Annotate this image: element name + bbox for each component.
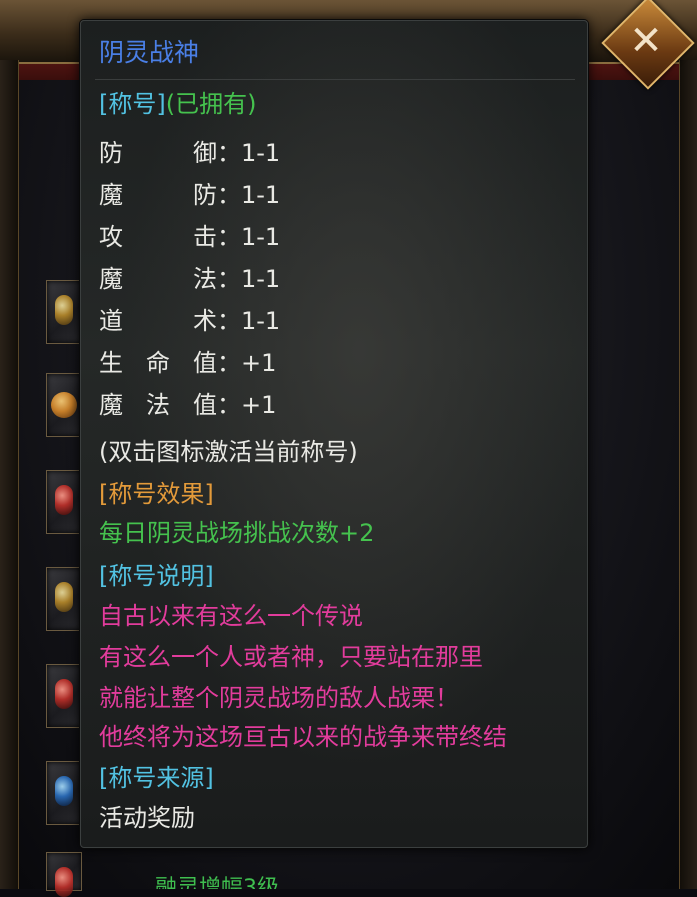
tooltip-divider xyxy=(95,79,575,80)
window-left-frame xyxy=(0,60,19,889)
title-icon-slot[interactable] xyxy=(46,470,82,534)
stat-label: 生命值 xyxy=(99,349,217,377)
title-icon-slot[interactable] xyxy=(46,852,82,897)
title-emblem-icon xyxy=(55,485,73,515)
stat-row: 防御：1-1 xyxy=(99,135,280,171)
source-header: [称号来源] xyxy=(99,764,214,792)
stat-label: 魔法值 xyxy=(99,391,217,419)
description-line: 有这么一个人或者神，只要站在那里 xyxy=(99,643,483,671)
activation-hint: (双击图标激活当前称号) xyxy=(99,438,358,466)
stat-label: 防御 xyxy=(99,139,217,167)
stat-row: 攻击：1-1 xyxy=(99,219,280,255)
stat-row: 道术：1-1 xyxy=(99,303,280,339)
stat-value: +1 xyxy=(241,349,277,377)
title-tooltip: 阴灵战神 [称号](已拥有) 防御：1-1 魔防：1-1 攻击：1-1 魔法：1… xyxy=(80,20,588,848)
title-emblem-icon xyxy=(55,295,73,325)
stat-value: 1-1 xyxy=(241,139,281,167)
stat-label: 攻击 xyxy=(99,223,217,251)
dragon-emblem-icon xyxy=(55,776,73,806)
title-icon-slot[interactable] xyxy=(46,761,82,825)
stat-value: 1-1 xyxy=(241,181,281,209)
type-tag: [称号] xyxy=(99,90,166,118)
title-icon-slot[interactable] xyxy=(46,567,82,631)
stat-value: 1-1 xyxy=(241,307,281,335)
stat-value: 1-1 xyxy=(241,223,281,251)
owned-status: (已拥有) xyxy=(165,90,257,118)
window-right-frame xyxy=(679,60,697,889)
stat-label: 魔防 xyxy=(99,181,217,209)
close-icon[interactable]: ✕ xyxy=(615,10,677,72)
stat-value: 1-1 xyxy=(241,265,281,293)
stat-label: 道术 xyxy=(99,307,217,335)
stat-label: 魔法 xyxy=(99,265,217,293)
stat-row: 魔法值：+1 xyxy=(99,387,276,423)
effect-header: [称号效果] xyxy=(99,480,214,508)
description-line: 自古以来有这么一个传说 xyxy=(99,602,363,630)
stat-row: 魔法：1-1 xyxy=(99,261,280,297)
title-icon-slot[interactable] xyxy=(46,664,82,728)
effect-text: 每日阴灵战场挑战次数+2 xyxy=(99,519,375,547)
source-text: 活动奖励 xyxy=(99,804,195,832)
stat-value: +1 xyxy=(241,391,277,419)
description-header: [称号说明] xyxy=(99,562,214,590)
tooltip-title: 阴灵战神 xyxy=(99,38,200,67)
title-type-line: [称号](已拥有) xyxy=(99,86,256,122)
title-icon-slot[interactable] xyxy=(46,280,82,344)
title-emblem-icon xyxy=(55,679,73,709)
stat-row: 生命值：+1 xyxy=(99,345,276,381)
rose-emblem-icon xyxy=(51,392,77,418)
title-emblem-icon xyxy=(55,582,73,612)
background-item-label: 融灵增幅3级 xyxy=(155,876,279,889)
stat-row: 魔防：1-1 xyxy=(99,177,280,213)
description-line: 就能让整个阴灵战场的敌人战栗！ xyxy=(99,684,459,712)
title-icon-slot[interactable] xyxy=(46,373,82,437)
title-emblem-icon xyxy=(55,867,73,897)
description-line: 他终将为这场亘古以来的战争来带终结 xyxy=(99,723,507,751)
